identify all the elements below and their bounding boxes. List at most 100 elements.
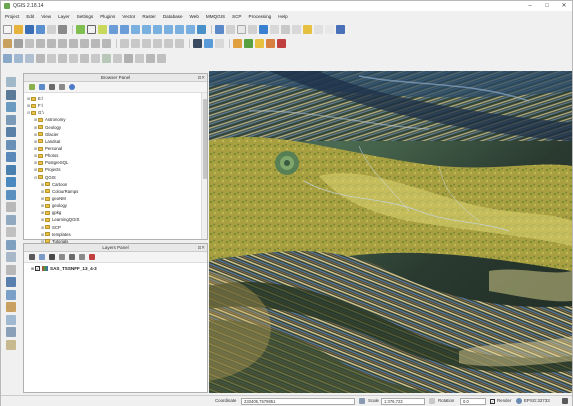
render-checkbox[interactable]: ✓ [490, 398, 495, 404]
scale-field[interactable]: 1:376,723 [381, 397, 425, 405]
browser-tree-item[interactable]: ⊞ Cartoon [26, 181, 202, 188]
add-db2-layer-icon[interactable] [6, 152, 16, 162]
coordinate-field[interactable]: 233405,7579851 [241, 397, 355, 405]
attribute-table-icon[interactable] [259, 25, 268, 34]
crs-label[interactable]: EPSG:32733 [524, 398, 550, 403]
refresh-icon[interactable] [197, 25, 206, 34]
move-label-icon[interactable] [153, 39, 162, 48]
new-spatialite-icon[interactable] [113, 54, 122, 63]
move-feature-icon[interactable] [47, 39, 56, 48]
browser-tree-item[interactable]: ⊞ LearningQGIS [26, 216, 202, 223]
magnifier-icon[interactable] [429, 398, 435, 404]
save-edits-icon[interactable] [25, 39, 34, 48]
select-features-icon[interactable] [237, 25, 246, 34]
menu-mmqgis[interactable]: MMQGIS [206, 14, 225, 19]
menu-plugins[interactable]: Plugins [100, 14, 115, 19]
label-tool-icon[interactable] [120, 39, 129, 48]
toggle-editing-icon[interactable] [14, 39, 23, 48]
maximize-button[interactable]: □ [540, 1, 554, 11]
vertex-icon[interactable] [146, 54, 155, 63]
touch-zoom-icon[interactable] [87, 25, 96, 34]
show-hide-labels-icon[interactable] [142, 39, 151, 48]
add-virtual-layer-icon[interactable] [6, 214, 16, 225]
collapse-all-icon[interactable] [59, 84, 65, 90]
zoom-last-icon[interactable] [175, 25, 184, 34]
deselect-icon[interactable] [248, 25, 257, 34]
menu-raster[interactable]: Raster [142, 14, 156, 19]
browser-tree-item[interactable]: ⊞ Photos [26, 152, 202, 159]
new-layer-icon[interactable] [6, 227, 16, 237]
menu-settings[interactable]: Settings [77, 14, 94, 19]
layer-item[interactable]: ⊞ ✓ SAS_TSSNFF_13_4-3 [30, 266, 97, 271]
browser-tree-item[interactable]: ⊞ F:\ [26, 102, 202, 109]
add-postgis-icon[interactable] [25, 54, 34, 63]
close-button[interactable]: ✕ [557, 1, 571, 11]
pan-to-selection-icon[interactable] [98, 25, 107, 34]
add-oracle-layer-icon[interactable] [6, 139, 16, 150]
plugin-d-icon[interactable] [266, 39, 275, 48]
browser-tree-item[interactable]: ⊞ ColourRamps [26, 188, 202, 195]
field-calculator-icon[interactable] [270, 25, 279, 34]
add-delimited-layer-icon[interactable] [6, 202, 16, 212]
filter-expression-icon[interactable] [69, 254, 75, 260]
menu-edit[interactable]: Edit [26, 14, 34, 19]
refresh-browser-icon[interactable] [39, 84, 45, 90]
remove-layer-icon[interactable] [89, 254, 95, 260]
map-tips-icon[interactable] [303, 25, 312, 34]
browser-scrollbar[interactable] [201, 93, 207, 239]
measure-icon[interactable] [292, 25, 301, 34]
add-raster-icon[interactable] [14, 54, 23, 63]
filter-browser-icon[interactable] [49, 84, 55, 90]
cut-features-icon[interactable] [80, 39, 89, 48]
scp-dock-icon[interactable] [204, 39, 213, 48]
coordinate-capture-icon[interactable] [6, 327, 16, 337]
add-raster-layer-icon[interactable] [6, 89, 16, 100]
enable-properties-icon[interactable] [69, 84, 75, 90]
browser-tree-item[interactable]: ⊞ Projects [26, 166, 202, 173]
filter-legend-icon[interactable] [49, 254, 55, 260]
add-wcs-icon[interactable] [69, 54, 78, 63]
change-label-icon[interactable] [175, 39, 184, 48]
menu-web[interactable]: Web [190, 14, 199, 19]
print-layout-icon[interactable] [47, 25, 56, 34]
browser-tree-item[interactable]: ⊞ geology [26, 202, 202, 209]
browser-tree-item[interactable]: ⊟ G:\ [26, 109, 202, 116]
identify-icon[interactable] [215, 25, 224, 34]
zoom-full-icon[interactable] [131, 25, 140, 34]
plugin-e-icon[interactable] [277, 39, 286, 48]
browser-tree-item[interactable]: ⊞ PostgreSQL [26, 159, 202, 166]
add-vector-icon[interactable] [3, 54, 12, 63]
new-gpkg-icon[interactable] [124, 54, 133, 63]
delete-selected-icon[interactable] [69, 39, 78, 48]
add-wms-layer-icon[interactable] [6, 164, 16, 175]
copy-features-icon[interactable] [91, 39, 100, 48]
open-styling-icon[interactable] [29, 254, 35, 260]
expand-all-icon[interactable] [79, 254, 85, 260]
new-gpkg-layer-icon[interactable] [6, 239, 16, 250]
add-spatialite-layer-icon[interactable] [6, 114, 16, 125]
add-group-icon[interactable] [39, 254, 45, 260]
browser-tree-item[interactable]: ⊞ gpkg [26, 209, 202, 216]
zoom-native-icon[interactable] [164, 25, 173, 34]
new-project-icon[interactable] [3, 25, 12, 34]
rotate-label-icon[interactable] [164, 39, 173, 48]
measure-line-icon[interactable] [6, 264, 16, 275]
browser-scroll-thumb[interactable] [203, 99, 207, 179]
add-wms-icon[interactable] [58, 54, 67, 63]
add-wcs-layer-icon[interactable] [6, 177, 16, 187]
rotation-field[interactable]: 0.0 [460, 397, 486, 405]
heatmap-icon[interactable] [6, 314, 16, 325]
add-wfs-icon[interactable] [80, 54, 89, 63]
map-canvas[interactable] [209, 71, 572, 393]
browser-tree-item[interactable]: ⊞ templates [26, 231, 202, 238]
layer-tree-icon[interactable] [6, 277, 16, 287]
manage-visibility-icon[interactable] [59, 254, 65, 260]
paste-features-icon[interactable] [102, 39, 111, 48]
add-mssql-icon[interactable] [47, 54, 56, 63]
plugin-c-icon[interactable] [255, 39, 264, 48]
add-feature-icon[interactable] [36, 39, 45, 48]
current-edits-icon[interactable] [3, 39, 12, 48]
menu-help[interactable]: Help [278, 14, 287, 19]
minimize-button[interactable]: – [523, 1, 537, 11]
browser-tree-item[interactable]: ⊞ Landsat [26, 138, 202, 145]
